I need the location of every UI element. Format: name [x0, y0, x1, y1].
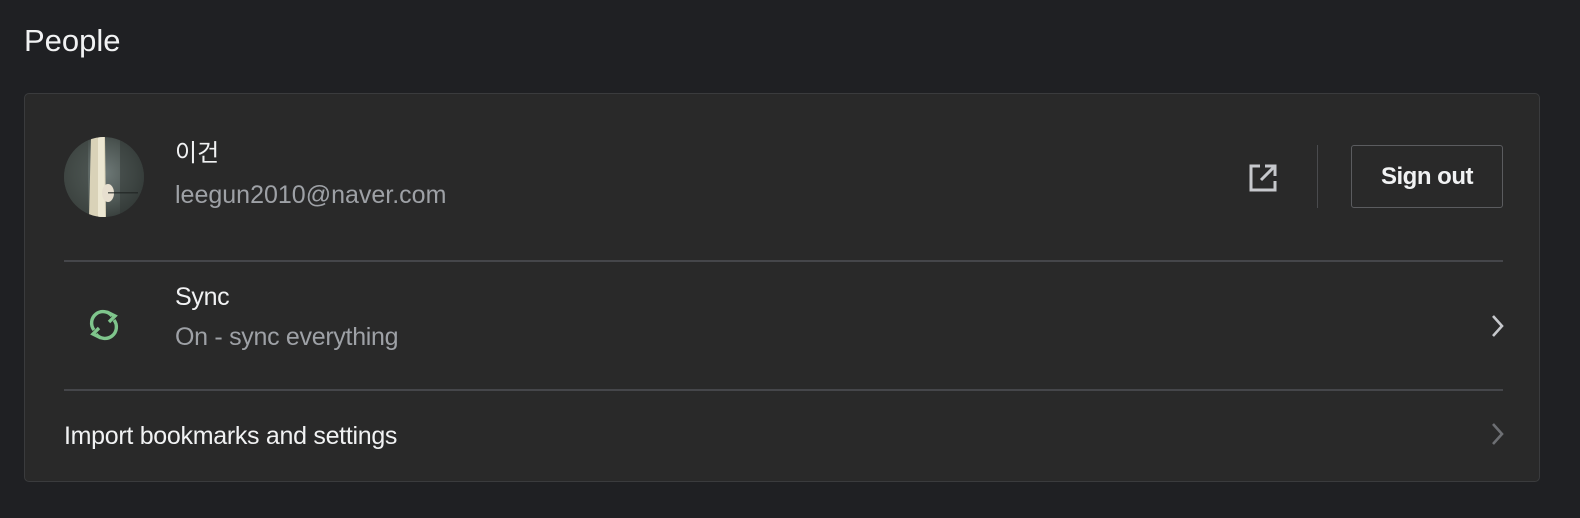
account-email: leegun2010@naver.com [175, 181, 447, 209]
chevron-right-icon [1490, 313, 1506, 339]
manage-account-link-icon[interactable] [1243, 158, 1283, 198]
import-bookmarks-label: Import bookmarks and settings [64, 422, 398, 450]
sign-out-button[interactable]: Sign out [1351, 145, 1503, 208]
account-name: 이건 [175, 139, 220, 167]
sync-icon [85, 306, 123, 344]
page-title: People [24, 23, 121, 58]
sync-status: On - sync everything [175, 323, 399, 351]
sync-title: Sync [175, 283, 230, 311]
avatar-image [64, 137, 144, 217]
avatar [64, 137, 144, 217]
import-bookmarks-row[interactable]: Import bookmarks and settings [25, 391, 1539, 481]
chevron-right-icon [1490, 421, 1506, 447]
vertical-divider [1317, 145, 1318, 208]
sync-row[interactable]: Sync On - sync everything [25, 262, 1539, 390]
people-card: 이건 leegun2010@naver.com Sign out Sync On… [24, 93, 1540, 482]
